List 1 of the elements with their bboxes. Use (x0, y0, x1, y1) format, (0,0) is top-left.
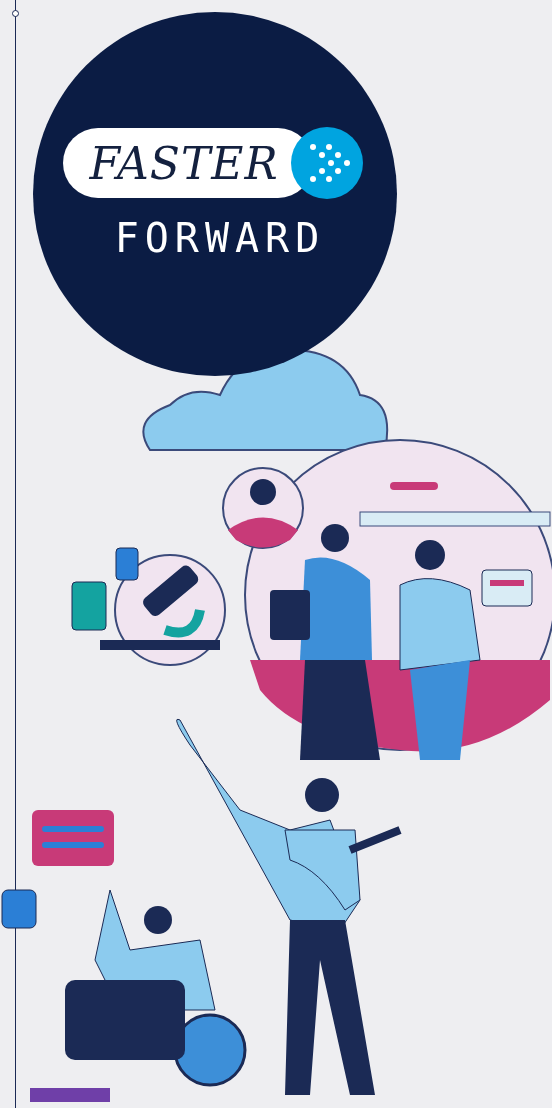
logo-word: FORWARD (114, 215, 326, 261)
